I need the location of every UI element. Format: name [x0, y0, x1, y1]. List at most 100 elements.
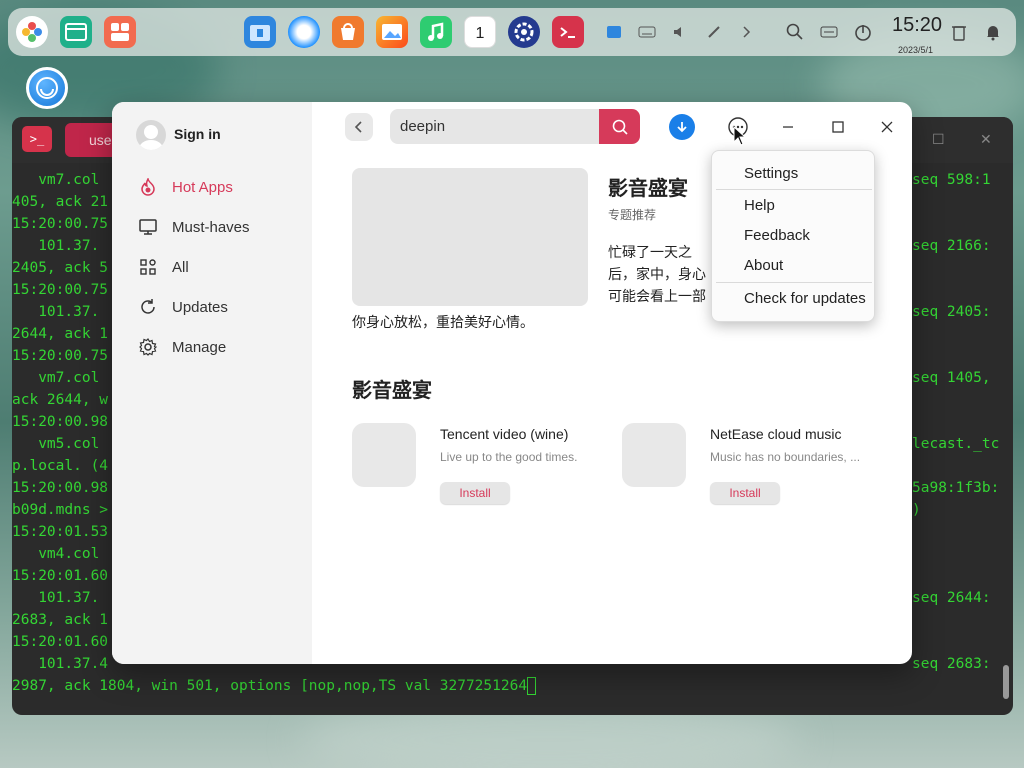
- keyboard-icon[interactable]: [638, 23, 656, 41]
- section-title: 影音盛宴: [352, 380, 432, 402]
- menu-item-help[interactable]: Help: [712, 191, 874, 219]
- app-name[interactable]: Tencent video (wine): [440, 426, 568, 442]
- sidebar: Sign in Hot Apps Must-haves All Updates: [112, 102, 312, 664]
- input-method-icon[interactable]: [820, 23, 838, 41]
- install-button[interactable]: Install: [710, 482, 780, 504]
- grid-icon: [138, 257, 158, 277]
- install-button[interactable]: Install: [440, 482, 510, 504]
- terminal-line: 2987, ack 1804, win 501, options [nop,no…: [12, 675, 1013, 697]
- app-description: Live up to the good times.: [440, 450, 578, 464]
- terminal-scrollbar[interactable]: [1003, 665, 1009, 699]
- deepin-logo-icon[interactable]: [26, 67, 68, 109]
- multitasking-icon[interactable]: [60, 16, 92, 48]
- control-center-icon[interactable]: [508, 16, 540, 48]
- sidebar-item-hot-apps[interactable]: Hot Apps: [138, 172, 298, 202]
- app-icon-netease-music[interactable]: [622, 423, 686, 487]
- app-store-icon[interactable]: [332, 16, 364, 48]
- power-icon[interactable]: [854, 23, 872, 41]
- search-input[interactable]: [390, 109, 600, 144]
- widgets-icon[interactable]: [104, 16, 136, 48]
- terminal-icon: >_: [22, 126, 52, 152]
- maximize-button[interactable]: [825, 114, 851, 140]
- sidebar-item-label: Manage: [172, 338, 227, 356]
- app-name[interactable]: NetEase cloud music: [710, 426, 842, 442]
- close-icon: [881, 121, 893, 133]
- monitor-icon: [138, 217, 158, 237]
- sidebar-item-label: Must-haves: [172, 218, 250, 236]
- app-description: Music has no boundaries, ...: [710, 450, 861, 464]
- menu-item-about[interactable]: About: [712, 251, 874, 279]
- app-icon-tencent-video[interactable]: [352, 423, 416, 487]
- terminal-output-right: seq 598:1 seq 2166: seq 2405: seq 1405, leca…: [912, 169, 1013, 697]
- sidebar-item-label: All: [172, 258, 189, 276]
- menu-item-check-updates[interactable]: Check for updates: [712, 284, 874, 312]
- clock-time[interactable]: 15:20: [892, 14, 942, 37]
- chevron-right-icon[interactable]: [738, 23, 756, 41]
- sidebar-item-label: Updates: [172, 298, 228, 316]
- download-arrow-icon: [677, 122, 687, 133]
- network-icon[interactable]: [705, 23, 723, 41]
- banner-description: 忙碌了一天之后，家中，身心可能会看上一部电影、听: [608, 244, 706, 304]
- terminal-app-icon[interactable]: [552, 16, 584, 48]
- main-menu-dropdown: Settings Help Feedback About Check for u…: [711, 150, 875, 322]
- menu-item-settings[interactable]: Settings: [712, 159, 874, 187]
- terminal-cursor: [527, 677, 537, 695]
- minimize-button[interactable]: [775, 114, 801, 140]
- minimize-icon: [783, 126, 793, 128]
- refresh-icon: [138, 297, 158, 317]
- search-icon[interactable]: [786, 23, 804, 41]
- calendar-icon[interactable]: 1: [464, 16, 496, 48]
- volume-icon[interactable]: [671, 23, 689, 41]
- avatar[interactable]: [136, 120, 166, 150]
- browser-icon[interactable]: [288, 16, 320, 48]
- image-viewer-icon[interactable]: [376, 16, 408, 48]
- terminal-close-icon[interactable]: ✕: [980, 131, 992, 148]
- terminal-line: seq 2683:: [912, 656, 991, 672]
- screenshot-icon[interactable]: [605, 23, 623, 41]
- sign-in-link[interactable]: Sign in: [174, 126, 221, 142]
- search-button[interactable]: [599, 109, 640, 144]
- sidebar-item-label: Hot Apps: [172, 178, 233, 196]
- sidebar-item-all[interactable]: All: [138, 252, 298, 282]
- launcher-icon[interactable]: [16, 16, 48, 48]
- gear-icon: [138, 337, 158, 357]
- terminal-line: seq 1405,: [912, 370, 991, 386]
- notification-bell-icon[interactable]: [984, 23, 1002, 41]
- terminal-line: seq 2644:: [912, 590, 991, 606]
- calendar-day: 1: [475, 25, 485, 42]
- banner-tag: 专题推荐: [608, 208, 657, 222]
- terminal-line: seq 2405:: [912, 304, 991, 320]
- terminal-line: ): [912, 502, 921, 518]
- maximize-icon: [832, 121, 844, 133]
- mouse-pointer-icon: [733, 126, 747, 146]
- close-button[interactable]: [874, 114, 900, 140]
- flame-icon: [138, 177, 158, 197]
- downloads-button[interactable]: [669, 114, 695, 140]
- music-icon[interactable]: [420, 16, 452, 48]
- sidebar-item-manage[interactable]: Manage: [138, 332, 298, 362]
- terminal-maximize-icon[interactable]: ☐: [932, 131, 945, 148]
- sidebar-item-must-haves[interactable]: Must-haves: [138, 212, 298, 242]
- back-button[interactable]: [345, 113, 373, 141]
- sidebar-item-updates[interactable]: Updates: [138, 292, 298, 322]
- file-manager-icon[interactable]: [244, 16, 276, 48]
- terminal-line: seq 598:1: [912, 172, 991, 188]
- menu-item-feedback[interactable]: Feedback: [712, 221, 874, 249]
- terminal-line: seq 2166:: [912, 238, 991, 254]
- banner-title[interactable]: 影音盛宴: [608, 172, 688, 201]
- terminal-line: lecast._tc: [912, 436, 1000, 452]
- banner-image[interactable]: [352, 168, 588, 306]
- trash-icon[interactable]: [950, 23, 968, 41]
